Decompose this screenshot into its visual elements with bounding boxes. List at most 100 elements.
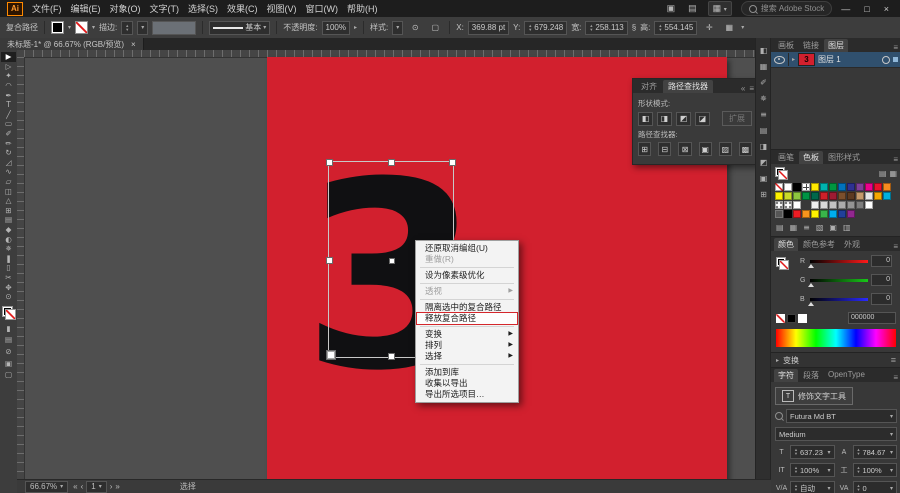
share-icon[interactable]: ▣ [665,3,678,14]
gradient-panel-icon[interactable]: ▤ [760,126,768,135]
artboard-tool[interactable]: ▯ [1,263,16,273]
vertical-scale-field[interactable]: ▲ ▼ 100% ▾ [790,463,835,477]
layer-row[interactable]: ▸ 3 图层 1 [771,52,900,68]
touch-type-tool-button[interactable]: T 修饰文字工具 [775,387,853,405]
swatch[interactable] [802,192,810,200]
swatch[interactable] [856,183,864,191]
pen-tool[interactable]: ✒ [1,90,16,100]
maximize-button[interactable]: □ [864,4,869,14]
constrain-proportions-icon[interactable]: § [632,23,636,32]
expand-layer-icon[interactable]: ▸ [792,56,795,63]
exclude-icon[interactable]: ◪ [695,111,710,126]
none-swatch[interactable] [776,313,785,323]
appearance-panel-icon[interactable]: ◩ [760,158,768,167]
menu-item[interactable]: 视图(V) [267,2,297,15]
color-slider-track[interactable] [808,278,868,287]
stroke-color-swatch[interactable] [75,21,89,34]
swatch[interactable] [838,183,846,191]
channel-value-field[interactable]: 0 [871,255,892,267]
context-menu-item[interactable]: 还原取消编组(U) [417,243,517,254]
swatch[interactable] [775,183,783,191]
rectangle-tool[interactable]: ▭ [1,119,16,129]
selection-tool[interactable]: ▶ [1,52,16,62]
layer-name[interactable]: 图层 1 [818,54,879,65]
font-size-field[interactable]: ▲ ▼ 637.23 ▾ [790,445,835,459]
selection-handle[interactable] [326,159,333,166]
kerning-field[interactable]: ▲ ▼ 自动 ▾ [790,481,835,493]
leading-field[interactable]: ▲ ▼ 784.67 ▾ [852,445,897,459]
swatch[interactable] [838,192,846,200]
merge-icon[interactable]: ⊠ [678,142,692,156]
swatch[interactable] [793,210,801,218]
align-options-icon[interactable]: ▢ [427,20,443,35]
graphic-styles-panel-icon[interactable]: ▣ [760,174,768,183]
panel-tab[interactable]: 字符 [774,369,798,382]
layer-selection-indicator[interactable] [893,57,898,62]
swatch[interactable] [856,192,864,200]
slider-knob[interactable] [808,263,814,268]
swatch[interactable] [793,201,801,209]
outline-icon[interactable]: ▨ [718,142,732,156]
crop-icon[interactable]: ▣ [698,142,712,156]
swatch[interactable] [829,210,837,218]
links-panel-icon[interactable]: ⊞ [760,190,767,199]
context-menu-item[interactable]: 导出所选项目… [417,389,517,400]
artboard-number-dropdown[interactable]: 1 ▾ [86,480,107,493]
transparency-panel-icon[interactable]: ◨ [760,142,768,151]
menu-item[interactable]: 效果(C) [227,2,258,15]
context-menu-item[interactable]: 重做(R) [417,254,517,265]
context-menu-item[interactable]: 透视 ▶ [417,286,517,297]
fill-color-swatch[interactable] [51,21,64,34]
lasso-tool[interactable]: ◠ [1,81,16,91]
black-swatch[interactable] [787,313,796,323]
chevron-down-icon[interactable]: ▾ [741,24,744,31]
swatch[interactable] [838,210,846,218]
minimize-button[interactable]: — [841,4,850,14]
type-tool[interactable]: T [1,100,16,110]
style-dropdown[interactable]: ▾ [392,20,404,35]
stepper-arrows-icon[interactable]: ▲ ▼ [125,23,129,32]
swatch[interactable] [820,210,828,218]
channel-value-field[interactable]: 0 [871,293,892,305]
zoom-level-dropdown[interactable]: 66.67% ▾ [25,480,69,493]
x-field[interactable]: 369.88 pt [467,20,510,35]
swatch[interactable] [802,183,810,191]
rotate-tool[interactable]: ↻ [1,148,16,158]
font-style-field[interactable]: Medium ▾ [775,427,897,441]
swatch[interactable] [883,183,891,191]
isolate-icon[interactable]: ▦ [721,20,737,35]
white-swatch[interactable] [798,313,807,323]
close-button[interactable]: × [884,4,889,14]
menu-item[interactable]: 窗口(W) [306,2,339,15]
panel-tab[interactable]: 对齐 [636,80,662,93]
panel-tab[interactable]: 画笔 [774,151,798,164]
swatch-kinds-icon[interactable]: ▦ [790,223,798,232]
screen-mode-icon[interactable]: ▢ [1,370,16,380]
swatch[interactable] [847,201,855,209]
selection-handle[interactable] [388,159,395,166]
panel-menu-icon[interactable]: ≡ [893,242,898,251]
color-mode-icon[interactable]: ▮ [1,323,16,333]
menu-item[interactable]: 选择(S) [188,2,218,15]
swatch-libraries-icon[interactable]: ▤ [776,223,784,232]
last-artboard-icon[interactable]: » [115,482,119,491]
swatch[interactable] [811,210,819,218]
swatch[interactable] [865,183,873,191]
brush-dropdown[interactable]: 基本 ▾ [209,20,271,35]
chevron-down-icon[interactable]: ▾ [92,24,95,31]
stroke-proxy-swatch[interactable] [4,309,16,321]
swatch[interactable] [811,201,819,209]
document-tab[interactable]: 未标题-1* @ 66.67% (RGB/预览) × [0,38,144,50]
swatch[interactable] [838,201,846,209]
menu-item[interactable]: 编辑(E) [71,2,101,15]
line-segment-tool[interactable]: ╱ [1,110,16,120]
swatch[interactable] [820,201,828,209]
slider-knob[interactable] [808,301,814,306]
swatch[interactable] [874,183,882,191]
swatch[interactable] [793,183,801,191]
swatch[interactable] [793,192,801,200]
swatch[interactable] [784,201,792,209]
panel-tab[interactable]: 外观 [840,238,864,251]
perspective-grid-tool[interactable]: △ [1,196,16,206]
transform-more-icon[interactable]: ✛ [701,20,717,35]
